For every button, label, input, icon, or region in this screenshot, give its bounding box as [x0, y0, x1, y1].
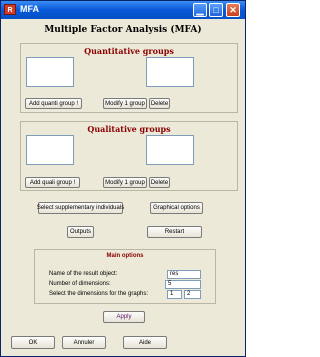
add-quanti-group-button[interactable]: Add quanti group !	[25, 98, 82, 109]
qualitative-groups-panel: Qualitative groups Add quali group ! Mod…	[20, 121, 238, 191]
qualitative-groups-list[interactable]	[26, 135, 74, 165]
result-name-input[interactable]: res	[167, 270, 201, 279]
main-options-title: Main options	[106, 253, 144, 259]
main-options-panel: Main options Name of the result object: …	[34, 249, 216, 304]
outputs-button[interactable]: Outputs	[67, 226, 94, 238]
graph-dimension-1-input[interactable]: 1	[167, 290, 182, 299]
quantitative-groups-list[interactable]	[26, 57, 74, 87]
modify-quali-group-button[interactable]: Modify 1 group	[103, 177, 147, 188]
delete-quanti-group-button[interactable]: Delete	[149, 98, 170, 109]
title-bar[interactable]: R MFA ▁ □ ✕	[1, 1, 245, 19]
mfa-window: R MFA ▁ □ ✕ Multiple Factor Analysis (MF…	[0, 0, 246, 357]
ok-button[interactable]: OK	[11, 336, 55, 349]
select-supplementary-individuals-button[interactable]: Select supplementary individuals	[37, 202, 124, 214]
minimize-icon: ▁	[196, 5, 204, 15]
qualitative-groups-title: Qualitative groups	[87, 124, 171, 134]
quantitative-selected-list[interactable]	[146, 57, 194, 87]
dimensions-input[interactable]: 5	[165, 280, 201, 289]
apply-button[interactable]: Apply	[103, 311, 145, 323]
close-icon: ✕	[229, 5, 237, 15]
page-title: Multiple Factor Analysis (MFA)	[44, 25, 202, 35]
help-button[interactable]: Aide	[123, 336, 167, 349]
maximize-button[interactable]: □	[209, 3, 223, 17]
close-button[interactable]: ✕	[226, 3, 240, 17]
qualitative-selected-list[interactable]	[146, 135, 194, 165]
add-quali-group-button[interactable]: Add quali group !	[25, 177, 80, 188]
cancel-button[interactable]: Annuler	[62, 336, 106, 349]
result-name-label: Name of the result object:	[49, 271, 118, 277]
dimensions-label: Number of dimensions:	[49, 281, 111, 287]
maximize-icon: □	[213, 5, 219, 15]
quantitative-groups-title: Quantitative groups	[84, 46, 174, 56]
graphical-options-button[interactable]: Graphical options	[150, 202, 203, 214]
app-icon: R	[4, 4, 16, 15]
modify-quanti-group-button[interactable]: Modify 1 group	[103, 98, 147, 109]
minimize-button[interactable]: ▁	[193, 3, 207, 17]
delete-quali-group-button[interactable]: Delete	[149, 177, 170, 188]
restart-button[interactable]: Restart	[147, 226, 202, 238]
quantitative-groups-panel: Quantitative groups Add quanti group ! M…	[20, 43, 238, 113]
window-title: MFA	[20, 4, 39, 14]
graph-dimension-2-input[interactable]: 2	[184, 290, 201, 299]
graph-dimensions-label: Select the dimensions for the graphs:	[49, 291, 149, 297]
